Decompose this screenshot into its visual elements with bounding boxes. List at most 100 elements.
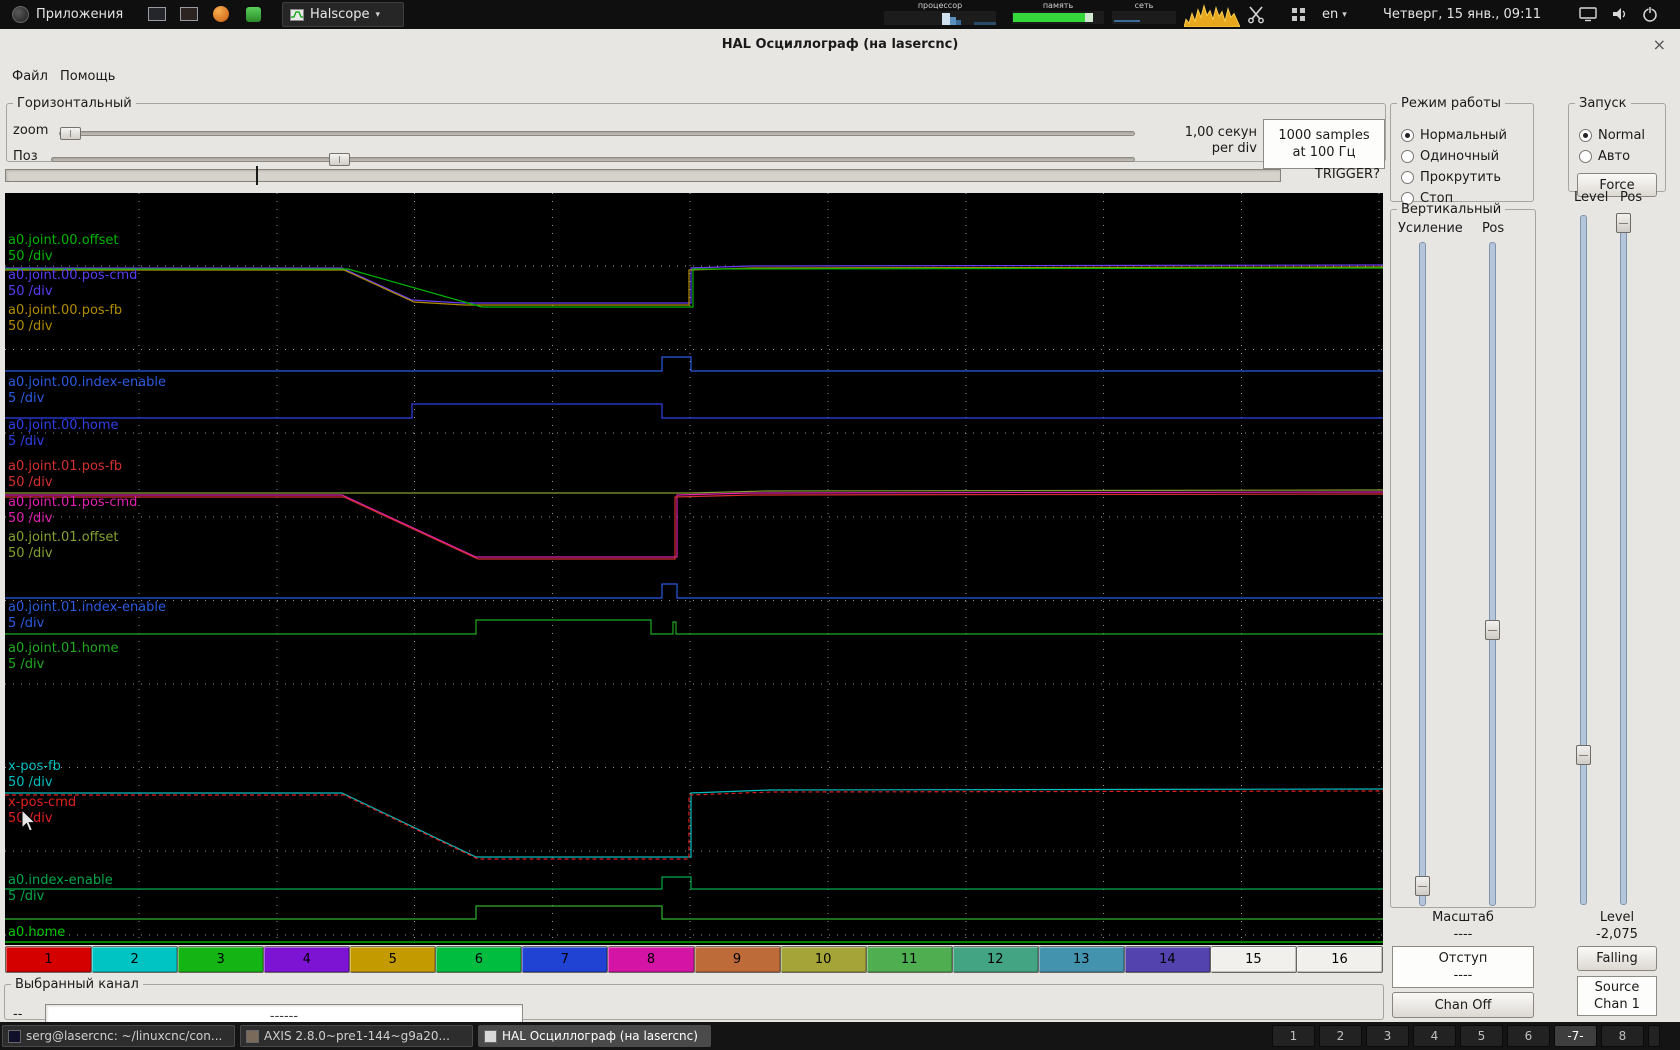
vertical-pos-slider-handle[interactable] bbox=[1485, 620, 1500, 640]
terminal-icon bbox=[180, 7, 198, 21]
radio-circle-icon[interactable] bbox=[1579, 129, 1592, 142]
green-app-icon bbox=[246, 7, 261, 22]
pos-slider-track[interactable] bbox=[51, 157, 1135, 162]
channel-button-2[interactable]: 2 bbox=[92, 946, 178, 973]
run-mode-group: Режим работы НормальныйОдиночныйПрокрути… bbox=[1390, 96, 1534, 202]
channel-button-4[interactable]: 4 bbox=[264, 946, 350, 973]
channel-button-9[interactable]: 9 bbox=[695, 946, 781, 973]
scope-channel-label-a0.joint.00.pos-fb: a0.joint.00.pos-fb50 /div bbox=[8, 303, 122, 335]
mouse-cursor bbox=[21, 809, 37, 835]
workspace-button-4[interactable]: 4 bbox=[1413, 1025, 1456, 1047]
radio-circle-icon[interactable] bbox=[1401, 150, 1414, 163]
launcher-icon-2[interactable] bbox=[178, 4, 200, 24]
trigger-group: Запуск NormalАвто Force bbox=[1568, 96, 1666, 192]
radio-option-Нормальный[interactable]: Нормальный bbox=[1401, 125, 1507, 146]
show-desktop-button[interactable] bbox=[1648, 1025, 1660, 1047]
network-monitor-applet[interactable]: сеть bbox=[1112, 1, 1176, 28]
channel-button-12[interactable]: 12 bbox=[953, 946, 1039, 973]
zoom-slider-handle[interactable] bbox=[60, 127, 81, 140]
radio-option-Прокрутить[interactable]: Прокрутить bbox=[1401, 167, 1507, 188]
trigger-pos-col-label: Pos bbox=[1620, 190, 1642, 205]
workspace-button-5[interactable]: 5 bbox=[1460, 1025, 1503, 1047]
channel-button-7[interactable]: 7 bbox=[522, 946, 608, 973]
titlebar[interactable]: HAL Осциллограф (на lasercnc) × bbox=[0, 29, 1680, 63]
channel-button-6[interactable]: 6 bbox=[436, 946, 522, 973]
vertical-pos-slider-track[interactable] bbox=[1489, 242, 1496, 906]
scope-display[interactable]: a0.joint.00.offset50 /diva0.joint.00.pos… bbox=[5, 193, 1383, 945]
chevron-down-icon: ▾ bbox=[375, 10, 380, 20]
workspace-button-2[interactable]: 2 bbox=[1319, 1025, 1362, 1047]
keyboard-layout-indicator[interactable]: en▾ bbox=[1322, 0, 1347, 29]
offset-box[interactable]: Отступ ---- bbox=[1392, 946, 1534, 988]
radio-circle-icon[interactable] bbox=[1401, 171, 1414, 184]
workspace-button-8[interactable]: 8 bbox=[1601, 1025, 1644, 1047]
trigger-level-slider-handle[interactable] bbox=[1576, 745, 1591, 765]
channel-button-1[interactable]: 1 bbox=[5, 946, 92, 973]
horizontal-pos-label: Поз bbox=[13, 149, 38, 164]
menu-file[interactable]: Файл bbox=[12, 69, 48, 84]
history-graph-icon[interactable] bbox=[1184, 2, 1240, 27]
channel-button-11[interactable]: 11 bbox=[867, 946, 953, 973]
trigger-level-slider-track[interactable] bbox=[1580, 215, 1587, 905]
workspace-grid-icon[interactable] bbox=[1292, 8, 1306, 22]
workspace-button-3[interactable]: 3 bbox=[1366, 1025, 1409, 1047]
trigger-position-bar[interactable] bbox=[5, 169, 1281, 182]
network-graph bbox=[1112, 11, 1176, 24]
trigger-source-value: Chan 1 bbox=[1594, 996, 1640, 1013]
taskbar-window-icon bbox=[484, 1030, 497, 1043]
trigger-source-box[interactable]: Source Chan 1 bbox=[1577, 976, 1657, 1016]
power-icon[interactable] bbox=[1640, 4, 1660, 24]
display-icon[interactable] bbox=[1578, 4, 1598, 24]
chan-off-button[interactable]: Chan Off bbox=[1392, 992, 1534, 1018]
radio-label: Одиночный bbox=[1420, 149, 1499, 164]
memory-monitor-label: память bbox=[1012, 1, 1104, 10]
volume-icon[interactable] bbox=[1610, 4, 1630, 24]
launcher-browser-icon[interactable] bbox=[210, 4, 232, 24]
channel-button-3[interactable]: 3 bbox=[178, 946, 264, 973]
pos-slider-handle[interactable] bbox=[329, 153, 350, 166]
applications-menu[interactable]: Приложения bbox=[4, 0, 131, 29]
samples-box[interactable]: 1000 samples at 100 Гц bbox=[1263, 119, 1385, 169]
trigger-legend: Запуск bbox=[1575, 96, 1631, 111]
radio-option-Normal[interactable]: Normal bbox=[1579, 125, 1645, 146]
trigger-level-col-label: Level bbox=[1574, 190, 1608, 205]
scissors-icon[interactable] bbox=[1246, 4, 1266, 24]
taskbar-window-button[interactable]: AXIS 2.8.0~pre1-144~g9a20... bbox=[240, 1025, 473, 1047]
radio-circle-icon[interactable] bbox=[1401, 129, 1414, 142]
channel-button-14[interactable]: 14 bbox=[1125, 946, 1211, 973]
workspace-button-1[interactable]: 1 bbox=[1272, 1025, 1315, 1047]
trigger-edge-button[interactable]: Falling bbox=[1577, 946, 1657, 971]
gain-slider-track[interactable] bbox=[1419, 242, 1426, 906]
channel-button-16[interactable]: 16 bbox=[1297, 946, 1383, 973]
channel-button-5[interactable]: 5 bbox=[350, 946, 436, 973]
taskbar-window-button[interactable]: serg@lasercnc: ~/linuxcnc/con... bbox=[2, 1025, 235, 1047]
channel-button-13[interactable]: 13 bbox=[1039, 946, 1125, 973]
panel-clock[interactable]: Четверг, 15 янв., 09:11 bbox=[1380, 0, 1544, 29]
workspace-button--7-[interactable]: -7- bbox=[1554, 1025, 1597, 1047]
radio-option-Одиночный[interactable]: Одиночный bbox=[1401, 146, 1507, 167]
channel-button-8[interactable]: 8 bbox=[608, 946, 694, 973]
scope-channel-label-a0.joint.01.offset: a0.joint.01.offset50 /div bbox=[8, 530, 118, 562]
memory-monitor-applet[interactable]: память bbox=[1012, 1, 1104, 28]
trigger-pos-slider-handle[interactable] bbox=[1616, 213, 1631, 233]
trigger-options: NormalАвто bbox=[1579, 125, 1645, 167]
launcher-icon-1[interactable] bbox=[146, 4, 168, 24]
scope-channel-label-a0.index-enable: a0.index-enable5 /div bbox=[8, 873, 113, 905]
zoom-slider-track[interactable] bbox=[59, 131, 1135, 136]
launcher-app-icon[interactable] bbox=[242, 4, 264, 24]
trigger-position-marker[interactable] bbox=[256, 166, 258, 185]
trigger-source-caption: Source bbox=[1595, 979, 1640, 996]
radio-circle-icon[interactable] bbox=[1579, 150, 1592, 163]
channel-button-10[interactable]: 10 bbox=[781, 946, 867, 973]
gain-slider-handle[interactable] bbox=[1415, 876, 1430, 896]
window-title: HAL Осциллограф (на lasercnc) bbox=[0, 37, 1680, 52]
close-icon[interactable]: × bbox=[1653, 35, 1666, 54]
cpu-monitor-applet[interactable]: процессор bbox=[884, 1, 996, 28]
halscope-panel-button[interactable]: Halscope ▾ bbox=[282, 2, 404, 27]
trigger-pos-slider-track[interactable] bbox=[1620, 215, 1627, 905]
taskbar-window-button[interactable]: HAL Осциллограф (на lasercnc) bbox=[478, 1025, 711, 1047]
radio-option-Авто[interactable]: Авто bbox=[1579, 146, 1645, 167]
menu-help[interactable]: Помощь bbox=[60, 69, 115, 84]
workspace-button-6[interactable]: 6 bbox=[1507, 1025, 1550, 1047]
channel-button-15[interactable]: 15 bbox=[1211, 946, 1297, 973]
